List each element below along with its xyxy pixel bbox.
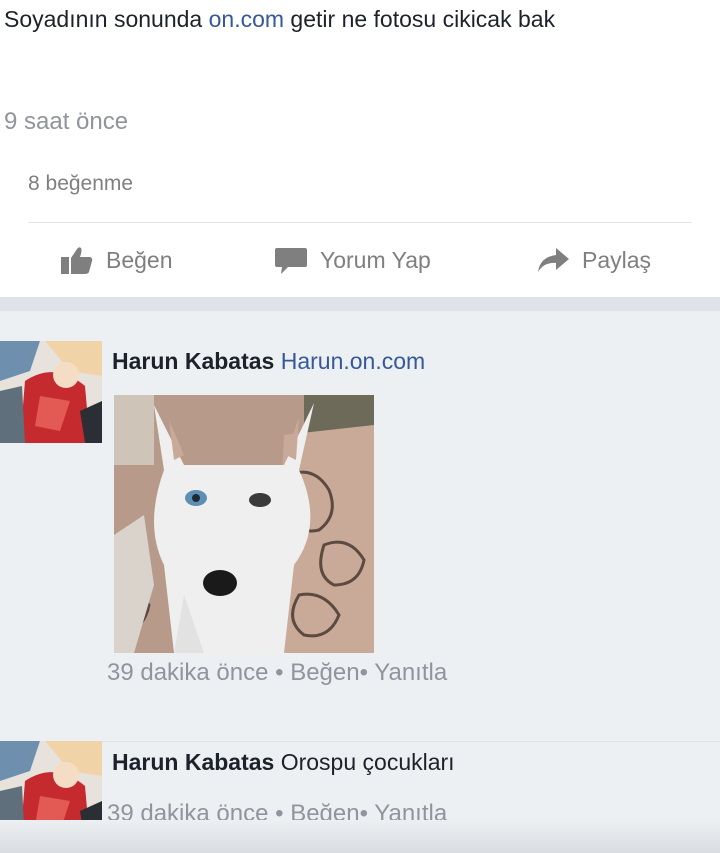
post-like-count[interactable]: 8 beğenme [28, 172, 133, 196]
post-text: Soyadının sonunda on.com getir ne fotosu… [4, 6, 555, 33]
comment-meta: 39 dakika önce • Beğen• Yanıtla [107, 659, 448, 686]
post-text-prefix: Soyadının sonunda [4, 6, 209, 32]
comment-reply-button[interactable]: Yanıtla [374, 659, 447, 686]
comment-photo[interactable] [114, 395, 374, 653]
comment-author-name[interactable]: Harun Kabatas [112, 348, 274, 374]
comments-section: Harun Kabatas Harun.on.com 39 dakika önc… [0, 311, 720, 853]
post-text-link[interactable]: on.com [209, 6, 284, 32]
comment-author-name[interactable]: Harun Kabatas [112, 749, 274, 775]
comment-author: Harun Kabatas Orospu çocukları [112, 749, 455, 776]
like-button-label: Beğen [106, 246, 173, 273]
comment-divider [0, 741, 720, 742]
comment-like-button[interactable]: Beğen [290, 659, 359, 686]
bottom-fade [0, 820, 720, 853]
post-card: Soyadının sonunda on.com getir ne fotosu… [0, 0, 720, 297]
like-button[interactable]: Beğen [60, 243, 173, 277]
speech-bubble-icon [274, 245, 308, 275]
post-timestamp[interactable]: 9 saat önce [4, 108, 128, 136]
post-text-suffix: getir ne fotosu cikicak bak [284, 6, 556, 32]
comment-button[interactable]: Yorum Yap [274, 243, 431, 277]
comment-link[interactable]: Harun.on.com [281, 348, 425, 374]
share-button[interactable]: Paylaş [536, 243, 651, 277]
comment-button-label: Yorum Yap [320, 246, 431, 273]
section-separator [0, 297, 720, 311]
comment-author: Harun Kabatas Harun.on.com [112, 348, 425, 375]
post-divider [28, 222, 692, 223]
share-arrow-icon [536, 245, 570, 275]
thumbs-up-icon [60, 245, 94, 275]
share-button-label: Paylaş [582, 246, 652, 273]
comment-timestamp[interactable]: 39 dakika önce [107, 659, 268, 686]
comment-text: Orospu çocukları [280, 749, 455, 775]
avatar[interactable] [0, 341, 102, 443]
